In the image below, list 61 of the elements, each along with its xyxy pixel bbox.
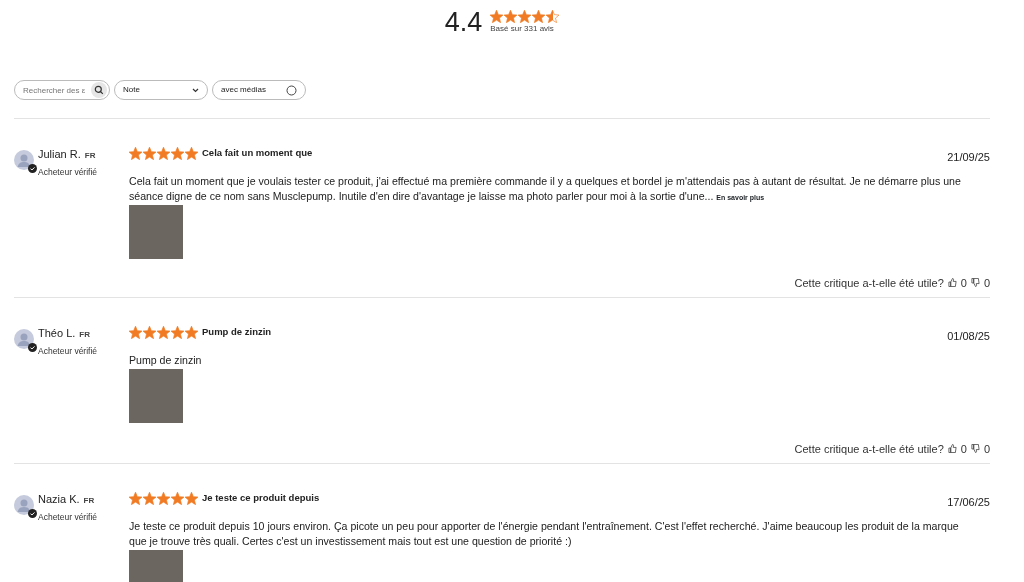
- review-title: Je teste ce produit depuis: [202, 491, 320, 506]
- review-text: Je teste ce produit depuis 10 jours environ. Ça picote un peu pour apporter de l'énergie pendant l'entraînement. C'est l'effet recherché. J'aime beaucoup les produit de la marque que je trouve très quali. Certes c'est un investissement mais tout est une question de priorité :): [129, 518, 960, 549]
- helpful-up-count: 0: [960, 275, 967, 291]
- review-title: Pump de zinzin: [202, 325, 272, 340]
- review-date: 21/09/25: [947, 150, 990, 165]
- helpful-question: Cette critique a-t-elle été utile?: [794, 275, 944, 291]
- user-avatar-icon: [14, 150, 34, 170]
- helpful-question: Cette critique a-t-elle été utile?: [794, 441, 944, 457]
- star-icon: [157, 491, 170, 505]
- thumbs-down-icon[interactable]: [970, 278, 980, 288]
- verified-buyer-label: Acheteur vérifié: [38, 166, 98, 179]
- rating-value: 4.4: [444, 8, 483, 36]
- reviewer-name: Julian R.: [38, 148, 81, 162]
- thumbs-up-icon[interactable]: [947, 278, 957, 288]
- country-code: FR: [83, 495, 95, 507]
- media-filter-toggle[interactable]: avec médias: [212, 80, 306, 100]
- verified-check-icon: [28, 509, 37, 518]
- star-icon: [143, 491, 156, 505]
- country-code: FR: [84, 150, 96, 162]
- helpful-down-count: 0: [983, 441, 990, 457]
- verified-buyer-label: Acheteur vérifié: [38, 345, 98, 358]
- reviewer-name: Théo L.: [38, 327, 76, 341]
- reviewer-name: Nazia K.: [38, 493, 80, 507]
- rating-caption: Basé sur 331 avis: [490, 22, 555, 35]
- star-icon: [129, 491, 142, 505]
- review-date: 01/08/25: [947, 329, 990, 344]
- review-text: Pump de zinzin: [129, 352, 203, 368]
- review-title: Cela fait un moment que: [202, 146, 313, 161]
- search-icon[interactable]: [91, 82, 107, 98]
- star-icon: [171, 146, 184, 160]
- helpful-up-count: 0: [960, 441, 967, 457]
- verified-check-icon: [28, 164, 37, 173]
- star-icon: [504, 9, 518, 23]
- star-icon: [518, 9, 532, 23]
- user-avatar-icon: [14, 495, 34, 515]
- star-icon: [185, 325, 198, 339]
- radio-indicator[interactable]: [286, 84, 297, 96]
- review-date: 17/06/25: [947, 495, 990, 510]
- star-icon: [546, 9, 560, 23]
- star-icon: [171, 491, 184, 505]
- verified-buyer-label: Acheteur vérifié: [38, 511, 98, 524]
- rating-dropdown[interactable]: Note: [114, 80, 208, 100]
- helpful-down-count: 0: [983, 275, 990, 291]
- star-icon: [185, 491, 198, 505]
- star-icon: [171, 325, 184, 339]
- star-icon: [129, 146, 142, 160]
- user-avatar-icon: [14, 329, 34, 349]
- star-icon: [532, 9, 546, 23]
- verified-check-icon: [28, 343, 37, 352]
- chevron-down-icon: [192, 87, 199, 93]
- thumbs-down-icon[interactable]: [970, 444, 980, 454]
- country-code: FR: [79, 329, 90, 341]
- star-icon: [143, 146, 156, 160]
- thumbs-up-icon[interactable]: [947, 444, 957, 454]
- star-icon: [185, 146, 198, 160]
- star-icon: [129, 325, 142, 339]
- star-icon: [143, 325, 156, 339]
- star-icon: [490, 9, 504, 23]
- star-icon: [157, 146, 170, 160]
- star-icon: [157, 325, 170, 339]
- search-field[interactable]: Rechercher des ε: [14, 80, 110, 100]
